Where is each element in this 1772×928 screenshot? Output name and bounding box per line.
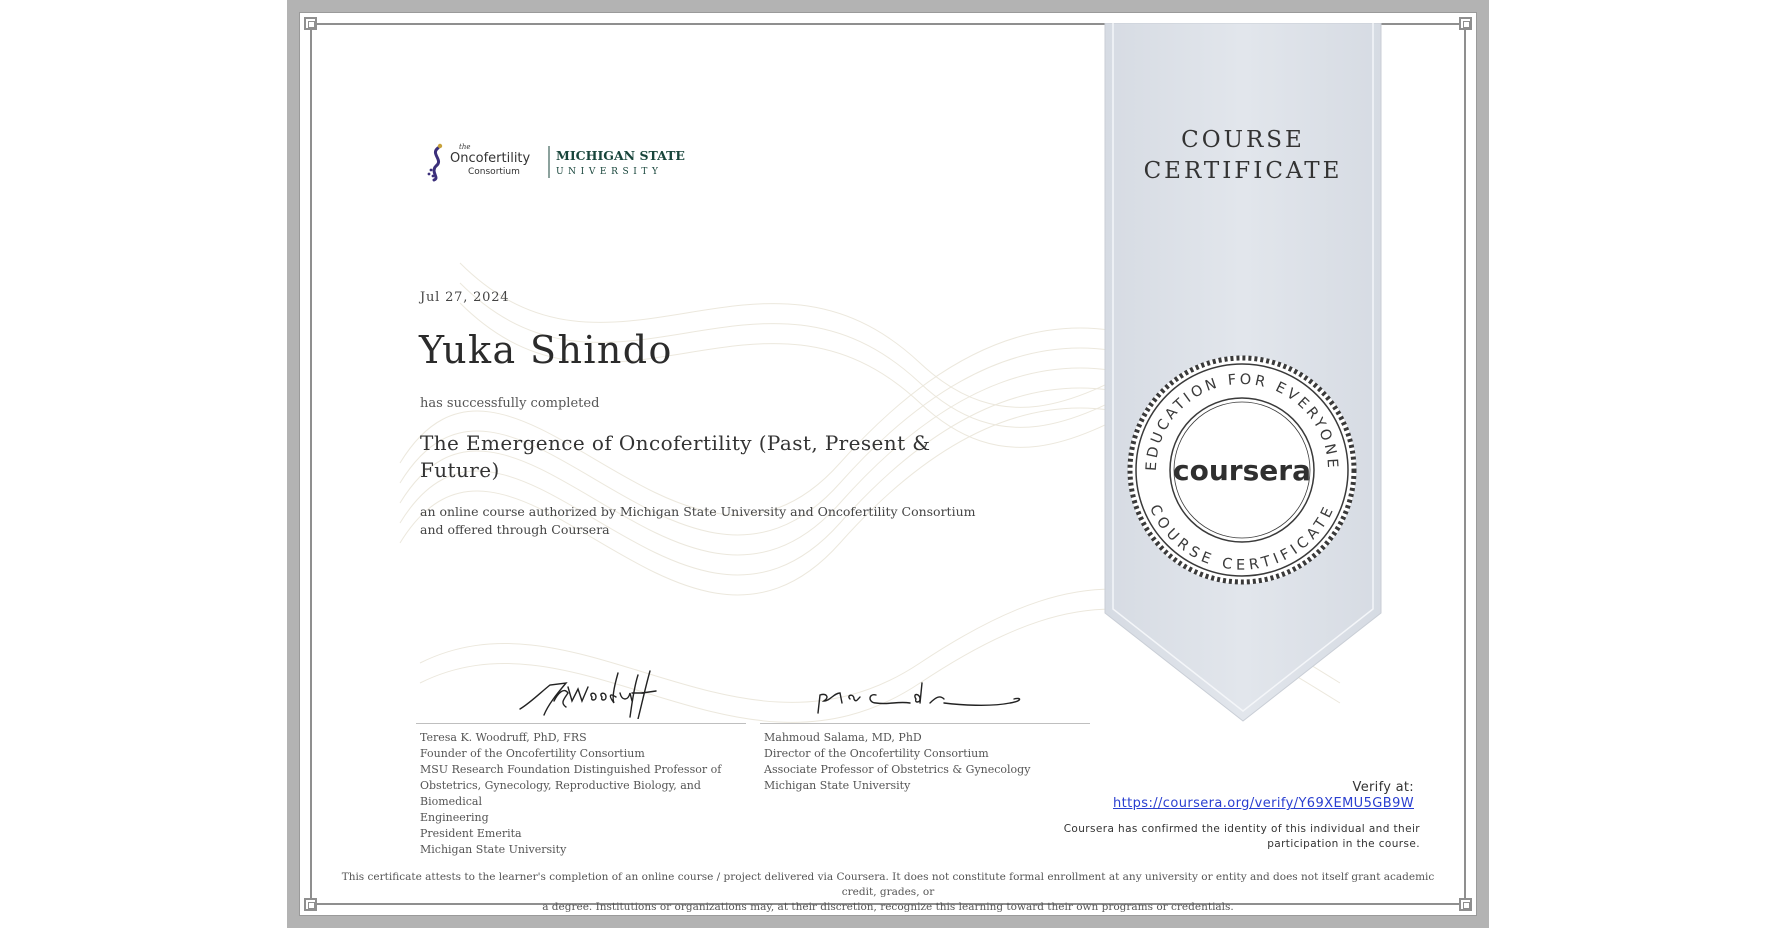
verify-link[interactable]: https://coursera.org/verify/Y69XEMU5GB9W <box>1113 796 1414 811</box>
corner-ornament-top-left <box>304 17 317 30</box>
partner-logos: the Oncofertility Consortium MICHIGAN ST… <box>427 143 685 182</box>
ribbon-title: COURSE CERTIFICATE <box>1103 125 1383 187</box>
signature-woodruff <box>519 670 657 720</box>
course-title: The Emergence of Oncofertility (Past, Pr… <box>420 431 931 482</box>
verify-label: Verify at: <box>1352 780 1414 795</box>
svg-text:MICHIGAN STATE: MICHIGAN STATE <box>556 148 685 163</box>
ribbon-title-line1: COURSE <box>1181 127 1305 153</box>
signatory-title: Founder of the Oncofertility Consortium <box>420 747 645 760</box>
coursera-seal: EDUCATION FOR EVERYONE COURSE CERTIFICAT… <box>1127 355 1357 585</box>
signatory-title: Director of the Oncofertility Consortium <box>764 747 989 760</box>
signatory-name: Mahmoud Salama, MD, PhD <box>764 731 922 744</box>
svg-text:UNIVERSITY: UNIVERSITY <box>556 167 663 177</box>
oncofertility-logo: the Oncofertility Consortium <box>427 143 531 182</box>
ribbon-title-line2: CERTIFICATE <box>1143 158 1343 184</box>
signatory-title: Obstetrics, Gynecology, Reproductive Bio… <box>420 779 701 808</box>
signatory-title: Engineering <box>420 811 489 824</box>
svg-text:Oncofertility: Oncofertility <box>450 151 531 166</box>
verification-block: Verify at: https://coursera.org/verify/Y… <box>1113 780 1414 811</box>
disclaimer-line: a degree. Institutions or organizations … <box>542 901 1234 913</box>
corner-ornament-bottom-left <box>304 898 317 911</box>
recipient-name: Yuka Shindo <box>419 328 673 372</box>
authorization-statement: an online course authorized by Michigan … <box>420 504 976 537</box>
completion-statement: has successfully completed <box>420 396 600 411</box>
michigan-state-logo: MICHIGAN STATE UNIVERSITY <box>556 148 685 177</box>
certificate-sheet: the Oncofertility Consortium MICHIGAN ST… <box>287 0 1489 928</box>
svg-text:Consortium: Consortium <box>468 167 520 177</box>
identity-line: Coursera has confirmed the identity of t… <box>1063 823 1420 835</box>
signatory-woodruff-credentials: Teresa K. Woodruff, PhD, FRS Founder of … <box>416 730 746 858</box>
signature-line-woodruff <box>416 723 746 724</box>
signature-line-salama <box>760 723 1090 724</box>
signatory-woodruff: Teresa K. Woodruff, PhD, FRS Founder of … <box>416 663 746 858</box>
signatory-name: Teresa K. Woodruff, PhD, FRS <box>420 731 587 744</box>
corner-ornament-top-right <box>1459 17 1472 30</box>
certificate-disclaimer: This certificate attests to the learner'… <box>340 870 1436 915</box>
identity-statement: Coursera has confirmed the identity of t… <box>1030 822 1420 852</box>
signature-salama <box>817 682 1021 714</box>
signatory-title: President Emerita <box>420 827 522 840</box>
seal-brand: coursera <box>1173 454 1311 487</box>
signatory-institution: Michigan State University <box>420 843 567 856</box>
svg-text:the: the <box>459 143 470 151</box>
signatory-title: MSU Research Foundation Distinguished Pr… <box>420 763 722 776</box>
corner-ornament-bottom-right <box>1459 898 1472 911</box>
issue-date: Jul 27, 2024 <box>420 290 510 305</box>
signatory-salama: Mahmoud Salama, MD, PhD Director of the … <box>760 663 1090 794</box>
signatory-title: Associate Professor of Obstetrics & Gyne… <box>764 763 1031 776</box>
signatory-salama-credentials: Mahmoud Salama, MD, PhD Director of the … <box>760 730 1090 794</box>
disclaimer-line: This certificate attests to the learner'… <box>341 871 1435 898</box>
certificate-frame: the Oncofertility Consortium MICHIGAN ST… <box>299 12 1477 916</box>
signatory-institution: Michigan State University <box>764 779 911 792</box>
identity-line: participation in the course. <box>1267 838 1420 850</box>
